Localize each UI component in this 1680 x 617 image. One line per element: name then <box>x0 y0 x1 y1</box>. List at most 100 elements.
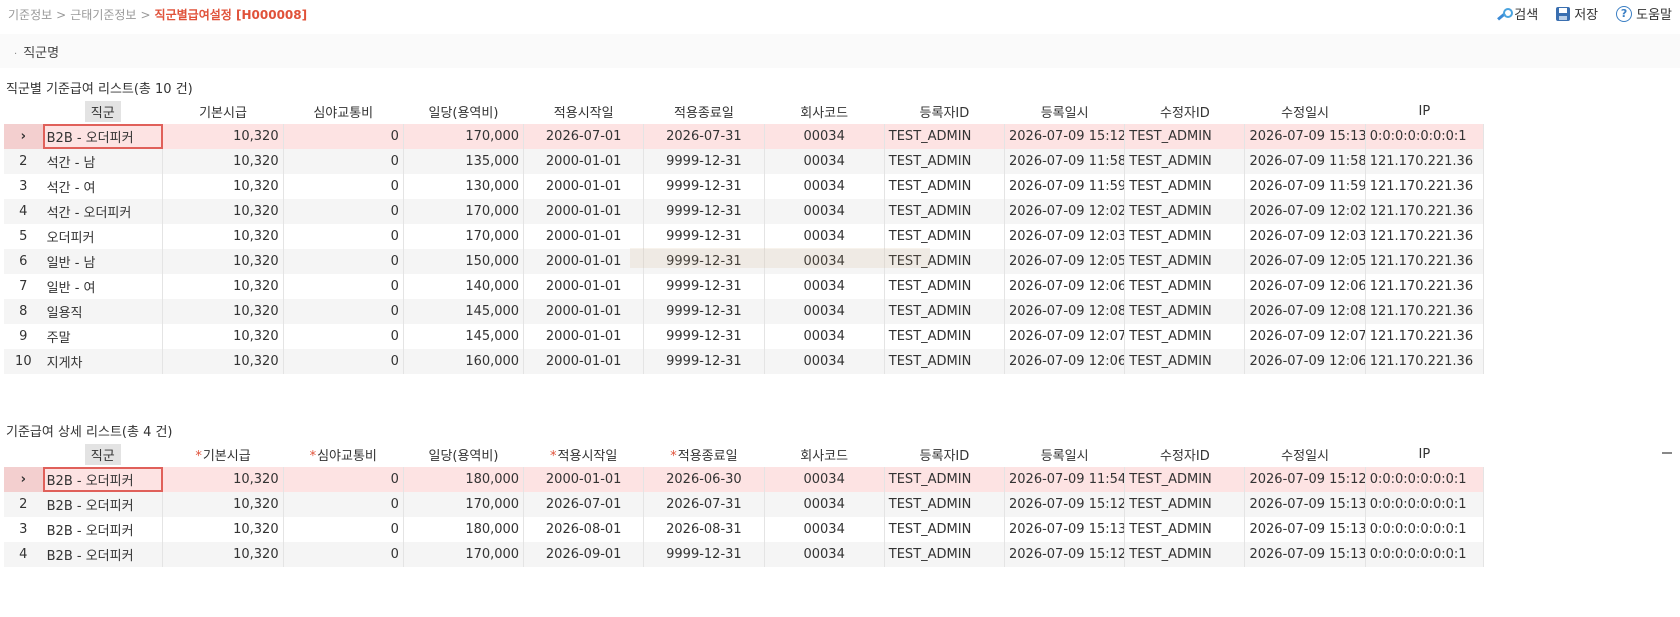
cell-basic-wage[interactable]: 10,320 <box>162 124 284 149</box>
cell-night-transport[interactable]: 0 <box>283 542 404 567</box>
cell-basic-wage[interactable]: 10,320 <box>162 174 284 199</box>
cell-reg-id[interactable]: TEST_ADMIN <box>884 174 1006 199</box>
cell-mod-datetime[interactable]: 2026-07-09 11:58:4 <box>1244 149 1366 174</box>
cell-company-code[interactable]: 00034 <box>764 517 885 542</box>
cell-basic-wage[interactable]: 10,320 <box>162 324 284 349</box>
column-header-ip[interactable]: IP <box>1365 99 1484 124</box>
cell-night-transport[interactable]: 0 <box>283 199 404 224</box>
cell-mod-id[interactable]: TEST_ADMIN <box>1124 542 1246 567</box>
cell-ip[interactable]: 121.170.221.36 <box>1365 149 1485 174</box>
cell-mod-id[interactable]: TEST_ADMIN <box>1124 249 1246 274</box>
cell-ip[interactable]: 0:0:0:0:0:0:0:1 <box>1365 467 1485 492</box>
cell-reg-id[interactable]: TEST_ADMIN <box>884 467 1006 492</box>
cell-reg-datetime[interactable]: 2026-07-09 12:06:4 <box>1004 349 1126 374</box>
cell-mod-id[interactable]: TEST_ADMIN <box>1124 492 1246 517</box>
cell-night-transport[interactable]: 0 <box>283 124 404 149</box>
column-header-mod-id[interactable]: 수정자ID <box>1124 99 1245 124</box>
cell-start-date[interactable]: 2000-01-01 <box>523 149 645 174</box>
cell-mod-datetime[interactable]: 2026-07-09 12:06:4 <box>1244 349 1366 374</box>
cell-start-date[interactable]: 2026-09-01 <box>523 542 645 567</box>
cell-reg-datetime[interactable]: 2026-07-09 12:08:1 <box>1004 299 1126 324</box>
cell-company-code[interactable]: 00034 <box>764 224 885 249</box>
cell-ip[interactable]: 121.170.221.36 <box>1365 349 1485 374</box>
table-row[interactable]: 3 석간 - 여 10,320 0 130,000 2000-01-01 9999-12-3… <box>4 174 1485 199</box>
cell-mod-id[interactable]: TEST_ADMIN <box>1124 517 1246 542</box>
cell-reg-datetime[interactable]: 2026-07-09 12:03:2 <box>1004 224 1126 249</box>
cell-company-code[interactable]: 00034 <box>764 274 885 299</box>
cell-night-transport[interactable]: 0 <box>283 149 404 174</box>
cell-reg-id[interactable]: TEST_ADMIN <box>884 274 1006 299</box>
cell-end-date[interactable]: 9999-12-31 <box>643 224 765 249</box>
column-header-reg-id[interactable]: 등록자ID <box>884 99 1005 124</box>
cell-night-transport[interactable]: 0 <box>283 249 404 274</box>
cell-reg-id[interactable]: TEST_ADMIN <box>884 299 1006 324</box>
table-row[interactable]: 2 B2B - 오더피커 10,320 0 170,000 2026-07-01 2026-… <box>4 492 1485 517</box>
cell-basic-wage[interactable]: 10,320 <box>162 199 284 224</box>
cell-company-code[interactable]: 00034 <box>764 124 885 149</box>
cell-reg-id[interactable]: TEST_ADMIN <box>884 249 1006 274</box>
cell-end-date[interactable]: 9999-12-31 <box>643 274 765 299</box>
cell-jikgun[interactable]: 지게차 <box>42 349 164 374</box>
cell-night-transport[interactable]: 0 <box>283 174 404 199</box>
cell-daily-wage[interactable]: 160,000 <box>403 349 525 374</box>
cell-mod-datetime[interactable]: 2026-07-09 15:13:1 <box>1244 517 1366 542</box>
cell-mod-datetime[interactable]: 2026-07-09 12:03:2 <box>1244 224 1366 249</box>
cell-jikgun[interactable]: 석간 - 남 <box>42 149 164 174</box>
cell-ip[interactable]: 121.170.221.36 <box>1365 199 1485 224</box>
cell-reg-id[interactable]: TEST_ADMIN <box>884 149 1006 174</box>
column-header-night[interactable]: *심야교통비 <box>283 442 404 467</box>
column-header-start[interactable]: 적용시작일 <box>523 99 644 124</box>
cell-jikgun[interactable]: 석간 - 여 <box>42 174 164 199</box>
cell-company-code[interactable]: 00034 <box>764 199 885 224</box>
table-row[interactable]: 2 석간 - 남 10,320 0 135,000 2000-01-01 9999-12-3… <box>4 149 1485 174</box>
cell-basic-wage[interactable]: 10,320 <box>162 349 284 374</box>
cell-mod-datetime[interactable]: 2026-07-09 11:59:5 <box>1244 174 1366 199</box>
cell-company-code[interactable]: 00034 <box>764 542 885 567</box>
cell-company-code[interactable]: 00034 <box>764 174 885 199</box>
cell-jikgun[interactable]: B2B - 오더피커 <box>42 124 164 149</box>
cell-reg-id[interactable]: TEST_ADMIN <box>884 517 1006 542</box>
cell-reg-datetime[interactable]: 2026-07-09 15:12:3 <box>1004 542 1126 567</box>
cell-ip[interactable]: 121.170.221.36 <box>1365 174 1485 199</box>
cell-daily-wage[interactable]: 145,000 <box>403 299 525 324</box>
column-header-daily[interactable]: 일당(용역비) <box>403 442 524 467</box>
cell-daily-wage[interactable]: 180,000 <box>403 517 525 542</box>
cell-end-date[interactable]: 9999-12-31 <box>643 542 765 567</box>
cell-mod-id[interactable]: TEST_ADMIN <box>1124 299 1246 324</box>
cell-end-date[interactable]: 9999-12-31 <box>643 149 765 174</box>
cell-end-date[interactable]: 2026-07-31 <box>643 492 765 517</box>
cell-night-transport[interactable]: 0 <box>283 349 404 374</box>
cell-reg-id[interactable]: TEST_ADMIN <box>884 224 1006 249</box>
cell-end-date[interactable]: 2026-08-31 <box>643 517 765 542</box>
cell-night-transport[interactable]: 0 <box>283 492 404 517</box>
cell-mod-id[interactable]: TEST_ADMIN <box>1124 274 1246 299</box>
cell-start-date[interactable]: 2000-01-01 <box>523 174 645 199</box>
column-header-jikgun[interactable]: 직군 <box>42 442 163 467</box>
cell-reg-datetime[interactable]: 2026-07-09 12:06:0 <box>1004 274 1126 299</box>
column-header-night[interactable]: 심야교통비 <box>283 99 404 124</box>
cell-night-transport[interactable]: 0 <box>283 517 404 542</box>
cell-end-date[interactable]: 9999-12-31 <box>643 299 765 324</box>
cell-ip[interactable]: 0:0:0:0:0:0:0:1 <box>1365 492 1485 517</box>
cell-jikgun[interactable]: 일반 - 남 <box>42 249 164 274</box>
cell-start-date[interactable]: 2000-01-01 <box>523 467 645 492</box>
column-header-mod-dt[interactable]: 수정일시 <box>1244 99 1366 124</box>
table-row[interactable]: › B2B - 오더피커 10,320 0 170,000 2026-07-01 2026-… <box>4 124 1485 149</box>
cell-end-date[interactable]: 9999-12-31 <box>643 199 765 224</box>
table-row[interactable]: 5 오더피커 10,320 0 170,000 2000-01-01 9999-12-31 0… <box>4 224 1485 249</box>
cell-jikgun[interactable]: 주말 <box>42 324 164 349</box>
cell-mod-datetime[interactable]: 2026-07-09 15:12:3 <box>1244 467 1366 492</box>
cell-reg-datetime[interactable]: 2026-07-09 12:07:3 <box>1004 324 1126 349</box>
cell-mod-id[interactable]: TEST_ADMIN <box>1124 224 1246 249</box>
column-header-end[interactable]: 적용종료일 <box>643 99 765 124</box>
cell-mod-id[interactable]: TEST_ADMIN <box>1124 124 1246 149</box>
cell-reg-id[interactable]: TEST_ADMIN <box>884 349 1006 374</box>
cell-company-code[interactable]: 00034 <box>764 492 885 517</box>
cell-night-transport[interactable]: 0 <box>283 467 404 492</box>
cell-company-code[interactable]: 00034 <box>764 249 885 274</box>
column-header-daily[interactable]: 일당(용역비) <box>403 99 524 124</box>
cell-daily-wage[interactable]: 135,000 <box>403 149 525 174</box>
table-row[interactable]: 3 B2B - 오더피커 10,320 0 180,000 2026-08-01 2026-… <box>4 517 1485 542</box>
cell-mod-id[interactable]: TEST_ADMIN <box>1124 199 1246 224</box>
cell-reg-datetime[interactable]: 2026-07-09 15:12:3 <box>1004 492 1126 517</box>
